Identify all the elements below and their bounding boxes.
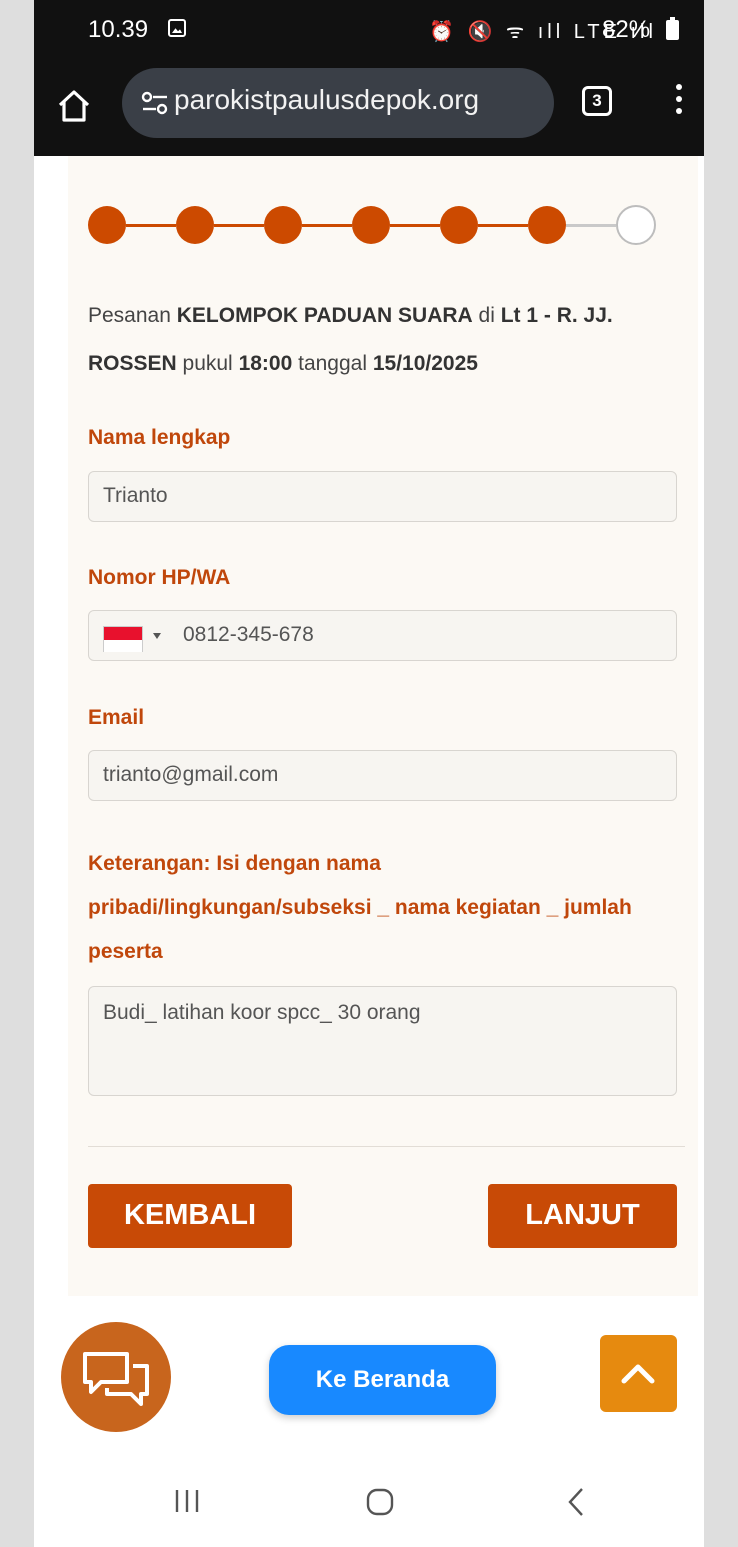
summary-time: 18:00 — [238, 352, 293, 375]
name-field[interactable]: Trianto — [88, 471, 677, 522]
country-dropdown-icon[interactable] — [153, 633, 161, 639]
browser-toolbar: parokistpaulusdepok.org 3 — [34, 62, 704, 156]
notes-textarea[interactable]: Budi_ latihan koor spcc_ 30 orang — [88, 986, 677, 1096]
web-content: Pesanan KELOMPOK PADUAN SUARA di Lt 1 - … — [34, 156, 704, 1464]
indonesia-flag-icon[interactable] — [103, 626, 143, 652]
booking-summary: Pesanan KELOMPOK PADUAN SUARA di Lt 1 - … — [88, 292, 668, 388]
battery-icon — [666, 17, 679, 40]
form-divider — [88, 1146, 685, 1147]
phone-value: 0812-345-678 — [183, 623, 314, 646]
chevron-up-icon — [621, 1364, 655, 1384]
gallery-notification-icon — [168, 19, 186, 37]
back-nav-icon[interactable] — [562, 1486, 592, 1523]
step-connector — [390, 224, 440, 227]
name-label: Nama lengkap — [88, 426, 231, 449]
home-nav-icon[interactable] — [364, 1486, 396, 1523]
home-button[interactable]: Ke Beranda — [269, 1345, 496, 1415]
chat-button[interactable] — [61, 1322, 171, 1432]
step-connector — [126, 224, 176, 227]
step-2-done — [176, 206, 214, 244]
step-4-done — [352, 206, 390, 244]
step-7-pending — [616, 205, 656, 245]
home-icon[interactable] — [54, 86, 94, 126]
summary-prefix: Pesanan — [88, 304, 177, 327]
summary-group: KELOMPOK PADUAN SUARA — [176, 304, 473, 327]
back-button[interactable]: KEMBALI — [88, 1184, 292, 1248]
phone-label: Nomor HP/WA — [88, 566, 231, 589]
summary-at: di — [472, 304, 501, 327]
email-label: Email — [88, 706, 145, 729]
status-time: 10.39 — [88, 16, 149, 43]
tab-switcher-button[interactable]: 3 — [582, 86, 612, 116]
next-button[interactable]: LANJUT — [488, 1184, 677, 1248]
step-connector — [302, 224, 352, 227]
status-bar: 10.39 ⏰ 🔇 ᯤ ıll LTE ıll 82% — [34, 0, 704, 62]
site-settings-icon[interactable] — [140, 90, 170, 116]
step-6-done — [528, 206, 566, 244]
summary-time-label: pukul — [176, 352, 239, 375]
summary-date-label: tanggal — [292, 352, 373, 375]
summary-date: 15/10/2025 — [372, 352, 478, 375]
step-connector — [566, 224, 616, 227]
step-connector — [478, 224, 528, 227]
phone-field[interactable]: 0812-345-678 — [88, 610, 677, 661]
email-field[interactable]: trianto@gmail.com — [88, 750, 677, 801]
scroll-top-button[interactable] — [600, 1335, 677, 1412]
system-navigation-bar — [34, 1464, 704, 1547]
more-menu-icon[interactable] — [674, 84, 684, 120]
step-5-done — [440, 206, 478, 244]
url-text[interactable]: parokistpaulusdepok.org — [174, 84, 479, 116]
step-1-done — [88, 206, 126, 244]
recent-apps-icon[interactable] — [172, 1486, 202, 1521]
address-bar[interactable]: parokistpaulusdepok.org — [122, 68, 554, 138]
step-3-done — [264, 206, 302, 244]
notes-label: Keterangan: Isi dengan nama pribadi/ling… — [88, 852, 632, 963]
phone-screen: 10.39 ⏰ 🔇 ᯤ ıll LTE ıll 82% parokistpaul… — [34, 0, 704, 1547]
chat-icon — [83, 1352, 149, 1406]
battery-percent: 82% — [602, 16, 651, 43]
step-connector — [214, 224, 264, 227]
step-progress — [88, 205, 678, 246]
